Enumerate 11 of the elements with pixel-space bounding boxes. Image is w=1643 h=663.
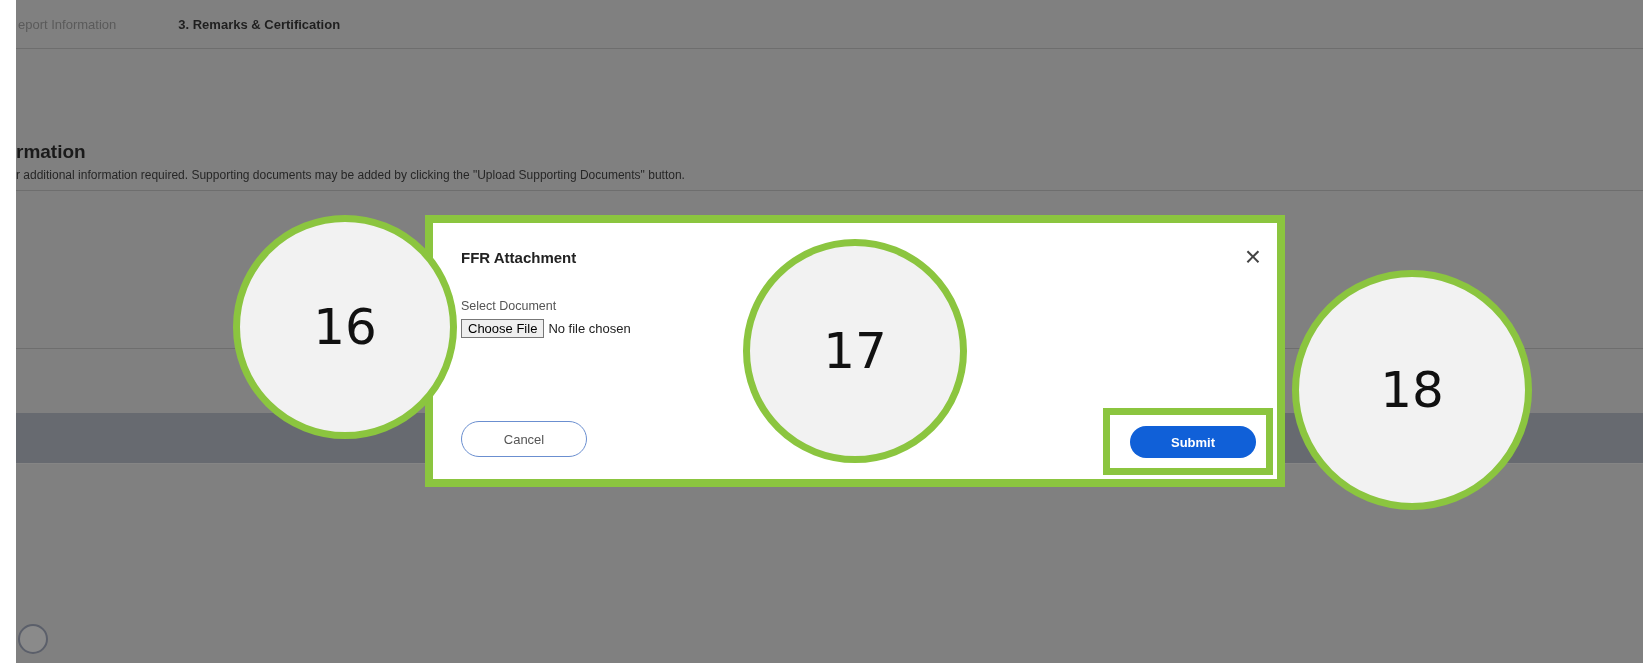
- dialog-title: FFR Attachment: [461, 248, 577, 266]
- tab[interactable]: 3. Remarks & Certification: [178, 16, 341, 32]
- choose-file-button[interactable]: Choose File: [461, 319, 545, 338]
- section-title: rmation: [16, 141, 87, 163]
- close-button[interactable]: ×: [1240, 243, 1265, 271]
- submit-button[interactable]: Submit: [1130, 426, 1256, 458]
- file-status: No file chosen: [548, 321, 631, 336]
- section-description: r additional information required. Supporting documents may be added by clicking the "Upload Supporting Documents" button.: [16, 168, 686, 182]
- cancel-button[interactable]: Cancel: [461, 421, 587, 457]
- radio-button[interactable]: [18, 624, 48, 654]
- field-label: Select Document: [461, 299, 558, 313]
